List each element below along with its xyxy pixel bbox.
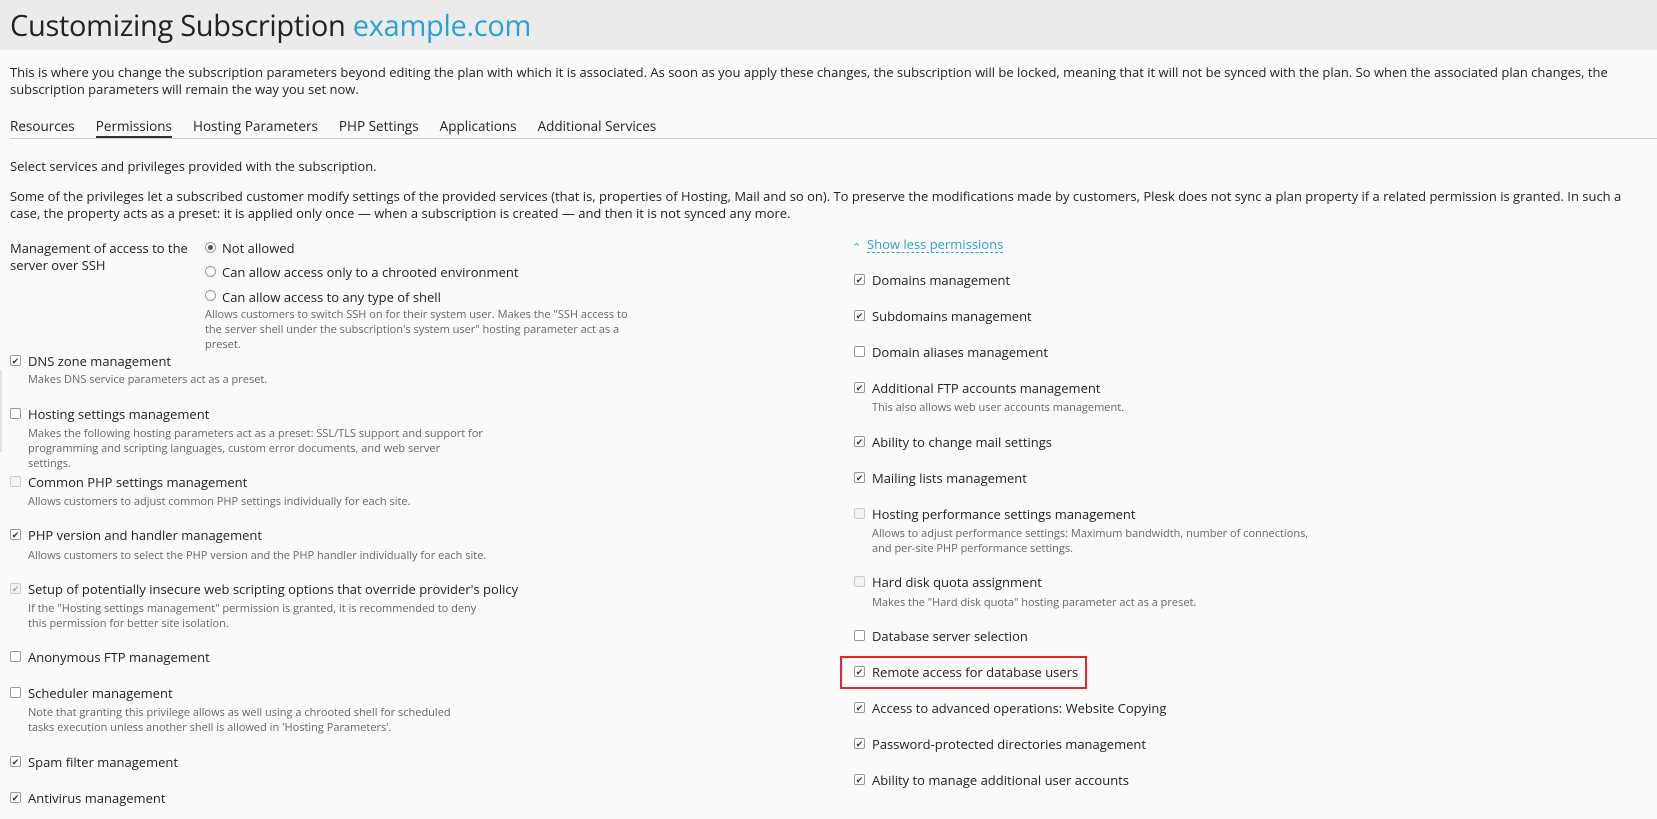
spam-filter-label: Spam filter management: [28, 753, 179, 771]
tab-php-settings[interactable]: PHP Settings: [339, 117, 419, 138]
disk-quota-hint: Makes the "Hard disk quota" hosting para…: [872, 595, 1197, 610]
remote-db-access-checkbox[interactable]: [854, 666, 865, 677]
insecure-scripting-hint: If the "Hosting settings management" per…: [28, 601, 477, 631]
intro-text: This is where you change the subscriptio…: [10, 63, 1608, 98]
common-php-checkbox[interactable]: [10, 476, 21, 487]
subdomains-mgmt-checkbox[interactable]: [854, 310, 865, 321]
permissions-description: Some of the privileges let a subscribed …: [10, 187, 1622, 222]
section-indicator-bar: [0, 370, 2, 452]
php-version-checkbox[interactable]: [10, 529, 21, 540]
domain-aliases-label: Domain aliases management: [872, 343, 1048, 361]
user-accounts-checkbox[interactable]: [854, 774, 865, 785]
user-accounts-label: Ability to manage additional user accoun…: [872, 771, 1129, 789]
db-server-selection-checkbox[interactable]: [854, 630, 865, 641]
insecure-scripting-label: Setup of potentially insecure web script…: [28, 580, 519, 598]
subscription-domain: example.com: [352, 5, 532, 45]
hosting-settings-checkbox[interactable]: [10, 408, 21, 419]
mailing-lists-label: Mailing lists management: [872, 469, 1027, 487]
page-title-text: Customizing Subscription: [10, 5, 346, 45]
tab-hosting-parameters[interactable]: Hosting Parameters: [193, 117, 318, 138]
tab-resources[interactable]: Resources: [10, 117, 75, 138]
mail-settings-label: Ability to change mail settings: [872, 433, 1052, 451]
ssh-not-allowed-radio[interactable]: [205, 242, 216, 253]
disk-quota-label: Hard disk quota assignment: [872, 573, 1042, 591]
ssh-any-shell-label: Can allow access to any type of shell: [222, 288, 441, 306]
ftp-accounts-checkbox[interactable]: [854, 382, 865, 393]
db-server-selection-label: Database server selection: [872, 627, 1028, 645]
domains-mgmt-checkbox[interactable]: [854, 274, 865, 285]
domain-aliases-checkbox[interactable]: [854, 346, 865, 357]
disk-quota-checkbox[interactable]: [854, 576, 865, 587]
tab-applications[interactable]: Applications: [440, 117, 517, 138]
ssh-not-allowed-label: Not allowed: [222, 239, 295, 257]
common-php-hint: Allows customers to adjust common PHP se…: [28, 494, 411, 509]
hosting-settings-hint: Makes the following hosting parameters a…: [28, 426, 483, 471]
mailing-lists-checkbox[interactable]: [854, 472, 865, 483]
dns-zone-hint: Makes DNS service parameters act as a pr…: [28, 372, 268, 387]
hosting-performance-hint: Allows to adjust performance settings: M…: [872, 526, 1309, 556]
hosting-performance-label: Hosting performance settings management: [872, 505, 1136, 523]
tab-additional-services[interactable]: Additional Services: [538, 117, 657, 138]
domains-mgmt-label: Domains management: [872, 271, 1011, 289]
page-title: Customizing Subscription example.com: [10, 6, 531, 45]
antivirus-checkbox[interactable]: [10, 792, 21, 803]
ssh-chrooted-label: Can allow access only to a chrooted envi…: [222, 263, 519, 281]
ssh-any-shell-radio[interactable]: [205, 290, 216, 301]
ssh-hint: Allows customers to switch SSH on for th…: [205, 307, 628, 352]
protected-dirs-checkbox[interactable]: [854, 738, 865, 749]
antivirus-label: Antivirus management: [28, 789, 166, 807]
php-version-hint: Allows customers to select the PHP versi…: [28, 548, 487, 563]
mail-settings-checkbox[interactable]: [854, 436, 865, 447]
spam-filter-checkbox[interactable]: [10, 756, 21, 767]
page-header: Customizing Subscription example.com: [0, 0, 1657, 50]
insecure-scripting-checkbox[interactable]: [10, 583, 21, 594]
protected-dirs-label: Password-protected directories managemen…: [872, 735, 1147, 753]
anonymous-ftp-checkbox[interactable]: [10, 651, 21, 662]
website-copying-checkbox[interactable]: [854, 702, 865, 713]
common-php-label: Common PHP settings management: [28, 473, 248, 491]
chevron-up-icon: ⌃: [852, 240, 862, 255]
ssh-chrooted-radio[interactable]: [205, 266, 216, 277]
dns-zone-checkbox[interactable]: [10, 355, 21, 366]
permissions-lead: Select services and privileges provided …: [10, 157, 377, 175]
show-less-permissions-link[interactable]: Show less permissions: [867, 237, 1004, 253]
ftp-accounts-label: Additional FTP accounts management: [872, 379, 1101, 397]
hosting-performance-checkbox[interactable]: [854, 508, 865, 519]
ssh-access-label: Management of access to the server over …: [10, 239, 188, 274]
hosting-settings-label: Hosting settings management: [28, 405, 210, 423]
php-version-label: PHP version and handler management: [28, 526, 263, 544]
scheduler-hint: Note that granting this privilege allows…: [28, 705, 451, 735]
anonymous-ftp-label: Anonymous FTP management: [28, 648, 210, 666]
ftp-accounts-hint: This also allows web user accounts manag…: [872, 400, 1125, 415]
subdomains-mgmt-label: Subdomains management: [872, 307, 1032, 325]
remote-db-access-label: Remote access for database users: [872, 663, 1079, 681]
tab-permissions[interactable]: Permissions: [95, 117, 172, 138]
scheduler-label: Scheduler management: [28, 684, 173, 702]
scheduler-checkbox[interactable]: [10, 687, 21, 698]
website-copying-label: Access to advanced operations: Website C…: [872, 699, 1167, 717]
dns-zone-label: DNS zone management: [28, 352, 172, 370]
tab-bar: Resources Permissions Hosting Parameters…: [10, 117, 1657, 139]
